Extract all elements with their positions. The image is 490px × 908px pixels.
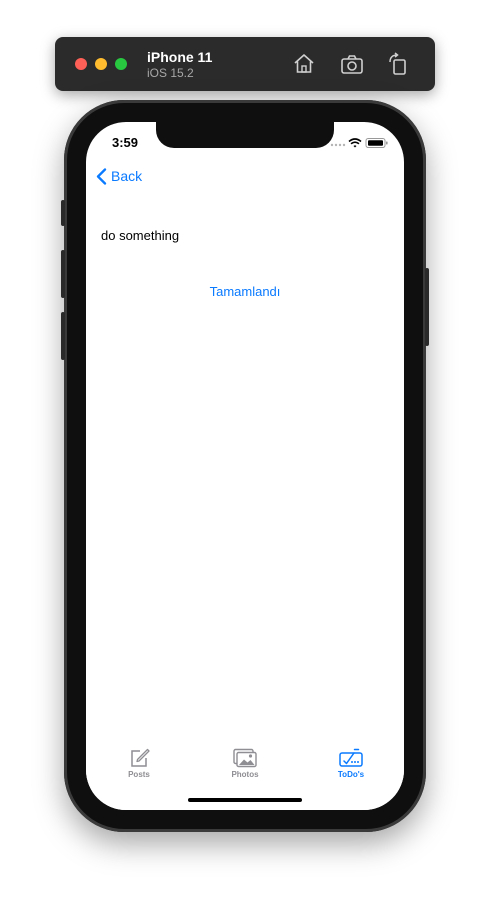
volume-down-button	[61, 312, 65, 360]
battery-icon	[365, 138, 388, 148]
photos-icon	[233, 748, 257, 768]
minimize-window-button[interactable]	[95, 58, 107, 70]
tab-photos[interactable]: Photos	[215, 748, 275, 779]
wifi-icon	[348, 138, 362, 148]
tab-posts-label: Posts	[128, 770, 150, 779]
signal-icon	[330, 143, 346, 147]
back-label: Back	[111, 168, 143, 184]
screenshot-icon[interactable]	[339, 51, 365, 77]
chevron-left-icon	[96, 167, 107, 185]
back-button[interactable]: Back	[96, 166, 142, 186]
mute-switch	[61, 200, 65, 226]
zoom-window-button[interactable]	[115, 58, 127, 70]
complete-button[interactable]: Tamamlandı	[86, 284, 404, 299]
close-window-button[interactable]	[75, 58, 87, 70]
home-indicator[interactable]	[188, 798, 302, 802]
device-name: iPhone 11	[147, 49, 213, 65]
tab-todos-label: ToDo's	[337, 770, 365, 779]
todo-title: do something	[101, 228, 180, 243]
power-button	[425, 268, 429, 346]
status-time: 3:59	[112, 135, 139, 150]
notch	[156, 122, 334, 148]
tab-photos-label: Photos	[231, 770, 259, 779]
tab-bar: Posts Photos ToDo's	[86, 740, 404, 810]
home-icon[interactable]	[291, 51, 317, 77]
compose-icon	[131, 748, 150, 767]
volume-up-button	[61, 250, 65, 298]
os-version: iOS 15.2	[147, 66, 194, 80]
simulator-toolbar: iPhone 11 iOS 15.2	[55, 37, 435, 91]
app-screen: 3:59 Back do something Tamamlandı Posts …	[86, 122, 404, 810]
device-frame: 3:59 Back do something Tamamlandı Posts …	[61, 100, 429, 832]
status-icons	[330, 136, 390, 148]
tab-todos[interactable]: ToDo's	[321, 748, 381, 779]
rotate-icon[interactable]	[385, 51, 411, 77]
tab-posts[interactable]: Posts	[109, 748, 169, 779]
checklist-icon	[339, 748, 363, 767]
